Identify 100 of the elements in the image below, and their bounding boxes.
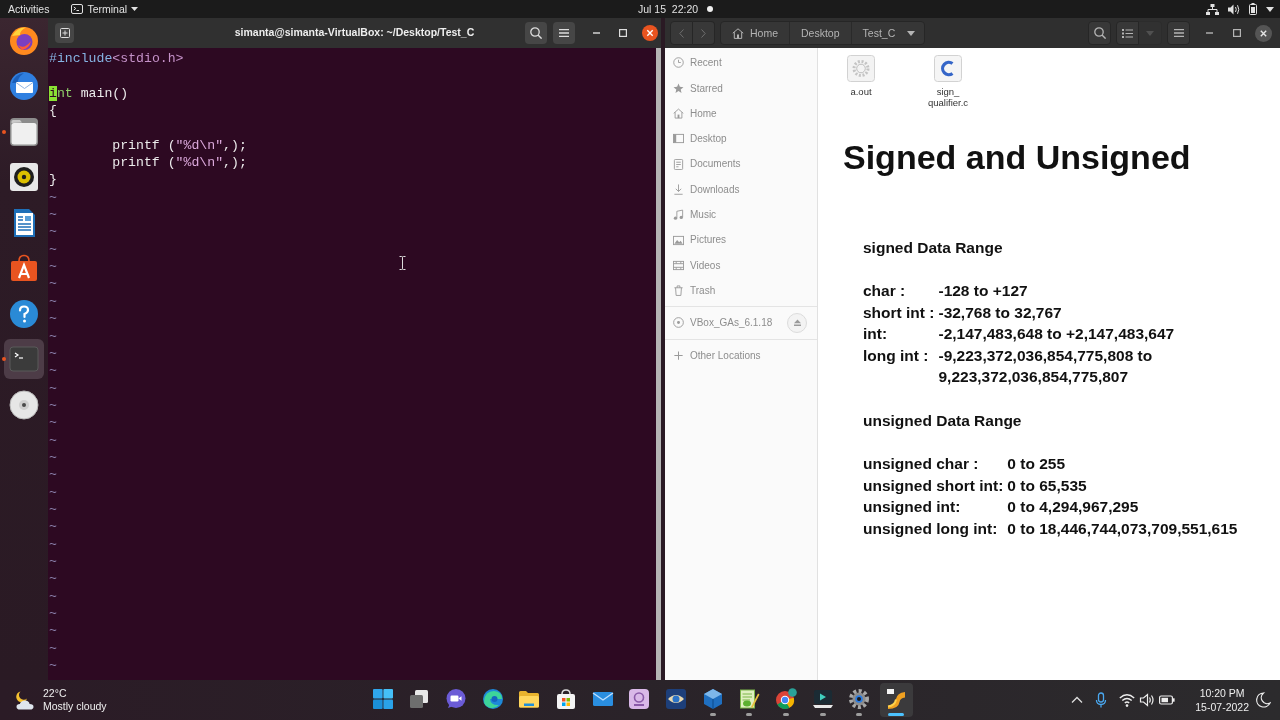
plus-icon <box>673 349 684 361</box>
list-view-button[interactable] <box>1116 21 1139 45</box>
color-wheel-icon <box>775 688 798 710</box>
home-icon <box>732 27 744 39</box>
clock-button[interactable]: Jul 15 22:20 <box>638 2 714 16</box>
video-chat-icon <box>444 688 467 710</box>
image-icon <box>673 234 684 246</box>
sidebar-item[interactable]: Videos <box>665 252 817 278</box>
range-value: 0 to 4,294,967,295 <box>1007 497 1139 517</box>
sidebar-item[interactable]: Pictures <box>665 227 817 253</box>
window-title: simanta@simanta-VirtualBox: ~/Desktop/Test_C <box>233 25 476 41</box>
shopping-bag-icon <box>554 688 577 710</box>
slide-title: Signed and Unsigned <box>843 137 1191 177</box>
empty-line-marker: ~ <box>49 570 57 588</box>
moon-icon[interactable] <box>1255 692 1271 708</box>
sidebar-item[interactable]: Home <box>665 100 817 127</box>
music-note-icon <box>673 209 684 221</box>
empty-line-marker: ~ <box>49 605 57 623</box>
empty-line-marker: ~ <box>49 258 57 276</box>
taskbar-app-button[interactable] <box>879 683 913 717</box>
path-segment[interactable]: Desktop <box>790 22 852 44</box>
menu-button[interactable] <box>553 22 575 44</box>
volume-icon <box>1228 3 1240 15</box>
sidebar-item[interactable]: Other Locations <box>665 342 817 368</box>
envelope-globe-icon <box>9 71 39 102</box>
close-button[interactable] <box>1252 22 1274 44</box>
sidebar-item[interactable]: Desktop <box>665 126 817 152</box>
code-line: printf ("%d\n",); <box>112 136 247 155</box>
terminal-icon <box>71 4 84 14</box>
sidebar-item[interactable]: Documents <box>665 151 817 177</box>
empty-line-marker: ~ <box>49 552 57 571</box>
weather-temperature: 22°C <box>43 687 68 700</box>
volume-icon[interactable] <box>1139 692 1156 708</box>
range-label: unsigned long int: <box>863 518 998 539</box>
chevron-left-icon <box>678 28 684 38</box>
empty-line-marker: ~ <box>49 500 57 519</box>
sidebar-item[interactable]: Starred <box>665 75 817 101</box>
app-menu-button[interactable]: Terminal <box>71 2 139 16</box>
fox-globe-icon <box>9 25 39 56</box>
file-item[interactable]: sign_ qualifier.c <box>913 55 983 108</box>
path-segment[interactable]: Test_C <box>851 22 925 44</box>
sidebar-item[interactable]: Trash <box>665 278 817 304</box>
range-value: -32,768 to 32,767 <box>938 302 1062 323</box>
empty-line-marker: ~ <box>49 587 57 605</box>
empty-line-marker: ~ <box>49 483 57 501</box>
document-icon <box>673 158 684 170</box>
scrollbar[interactable] <box>656 48 661 680</box>
file-item[interactable]: a.out <box>826 55 896 108</box>
chevron-right-icon <box>700 28 706 38</box>
empty-line-marker: ~ <box>49 206 57 224</box>
code-file-icon <box>934 55 962 82</box>
terminal-icon <box>9 344 39 375</box>
wifi-icon[interactable] <box>1119 692 1136 708</box>
swirl-icon <box>481 688 504 710</box>
sidebar-item[interactable]: Music <box>665 202 817 228</box>
new-tab-button[interactable] <box>55 23 74 43</box>
maximize-icon <box>1233 29 1241 37</box>
activities-button[interactable]: Activities <box>8 2 50 16</box>
disc-icon <box>673 317 684 329</box>
search-button[interactable] <box>525 22 547 44</box>
clock-date[interactable]: 15-07-2022 <box>1195 700 1249 714</box>
gear-file-icon <box>847 55 875 82</box>
empty-line-marker: ~ <box>49 292 57 311</box>
path-segment[interactable]: Home <box>721 22 790 44</box>
menu-icon <box>1173 29 1184 37</box>
caret-icon <box>131 7 139 11</box>
minimize-icon <box>592 32 600 34</box>
range-label: unsigned short int: <box>863 475 1004 496</box>
empty-line-marker: ~ <box>49 639 57 658</box>
code-line: printf ("%d\n",); <box>112 154 247 172</box>
empty-line-marker: ~ <box>49 362 57 380</box>
clock-time[interactable]: 10:20 PM <box>1195 686 1249 700</box>
range-label: unsigned int: <box>863 497 961 517</box>
menu-button[interactable] <box>1167 21 1190 45</box>
code-line: #include<stdio.h> <box>49 50 184 68</box>
notification-dot-icon <box>707 6 714 12</box>
range-label: long int : <box>863 345 929 366</box>
sidebar-item[interactable]: Downloads <box>665 176 817 203</box>
sidebar-item[interactable]: VBox_GAs_6.1.18 <box>665 310 787 336</box>
code-line: { <box>49 102 57 120</box>
eye-tile-icon <box>665 688 687 710</box>
code-line: } <box>49 171 57 189</box>
range-value: -128 to +127 <box>938 281 1028 301</box>
desktop-icon <box>673 133 684 145</box>
overlapping-squares-icon <box>408 688 431 710</box>
home-icon <box>673 108 684 120</box>
battery-icon[interactable] <box>1159 692 1176 708</box>
empty-line-marker: ~ <box>49 310 57 328</box>
range-value: 9,223,372,036,854,775,807 <box>938 367 1129 387</box>
range-value: 0 to 255 <box>1007 454 1066 474</box>
empty-line-marker: ~ <box>49 240 57 259</box>
close-button[interactable] <box>639 22 661 44</box>
sidebar-item[interactable]: Recent <box>665 50 817 76</box>
empty-line-marker: ~ <box>49 414 57 432</box>
range-label: char : <box>863 281 906 301</box>
range-label: unsigned char : <box>863 454 979 474</box>
range-label: short int : <box>863 302 935 323</box>
minimize-icon <box>1205 32 1213 34</box>
search-button[interactable] <box>1088 21 1111 45</box>
eject-button[interactable] <box>787 312 807 333</box>
